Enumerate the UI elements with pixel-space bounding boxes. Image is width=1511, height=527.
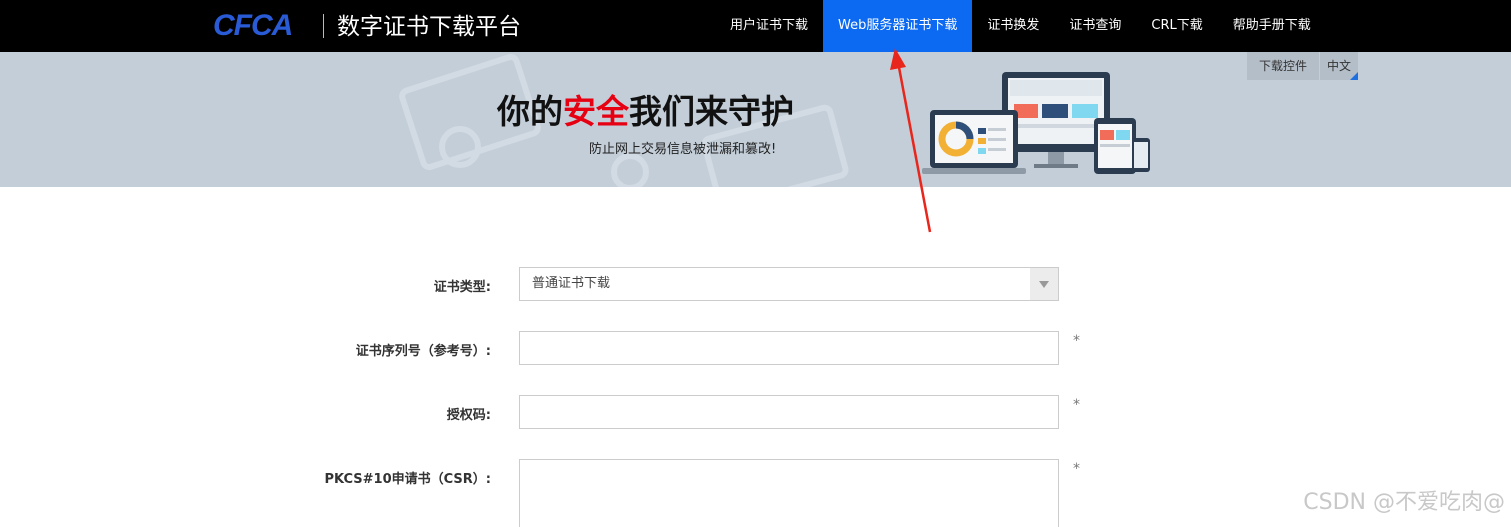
nav-web-server-cert-download[interactable]: Web服务器证书下载 xyxy=(823,0,973,52)
required-marker: * xyxy=(1073,397,1080,413)
watermark-text: CSDN @不爱吃肉@ xyxy=(1303,490,1505,515)
auth-code-input[interactable] xyxy=(519,395,1059,429)
serial-number-input[interactable] xyxy=(519,331,1059,365)
banner-slogan: 你的安全我们来守护 xyxy=(497,92,794,131)
required-marker: * xyxy=(1073,461,1080,477)
download-control-button[interactable]: 下载控件 xyxy=(1247,52,1319,80)
language-switch[interactable]: 中文 xyxy=(1320,52,1358,80)
banner-subslogan: 防止网上交易信息被泄漏和篡改! xyxy=(589,142,777,157)
cfca-logo: CFCA xyxy=(213,9,293,42)
logo-divider xyxy=(323,14,324,38)
serial-number-label: 证书序列号（参考号）: xyxy=(355,344,491,359)
auth-code-label: 授权码: xyxy=(446,408,491,423)
nav-cert-renewal[interactable]: 证书换发 xyxy=(972,0,1054,52)
hero-banner: 你的安全我们来守护 防止网上交易信息被泄漏和篡改! 下载控件 中文 xyxy=(0,52,1511,187)
nav-user-cert-download[interactable]: 用户证书下载 xyxy=(715,0,823,52)
corner-triangle-icon xyxy=(1350,72,1358,80)
main-nav: 用户证书下载 Web服务器证书下载 证书换发 证书查询 CRL下载 帮助手册下载 xyxy=(715,0,1326,52)
devices-illustration-icon xyxy=(922,72,1150,174)
nav-help-manual-download[interactable]: 帮助手册下载 xyxy=(1218,0,1326,52)
nav-crl-download[interactable]: CRL下载 xyxy=(1136,0,1217,52)
top-header: CFCA 数字证书下载平台 用户证书下载 Web服务器证书下载 证书换发 证书查… xyxy=(0,0,1511,52)
required-marker: * xyxy=(1073,333,1080,349)
site-title: 数字证书下载平台 xyxy=(337,14,521,40)
chevron-down-icon xyxy=(1030,268,1058,300)
cert-type-select[interactable]: 普通证书下载 xyxy=(519,267,1059,301)
csr-textarea[interactable] xyxy=(519,459,1059,527)
nav-cert-query[interactable]: 证书查询 xyxy=(1054,0,1136,52)
csr-label: PKCS#10申请书（CSR）: xyxy=(324,472,492,487)
cert-type-label: 证书类型: xyxy=(433,280,491,295)
